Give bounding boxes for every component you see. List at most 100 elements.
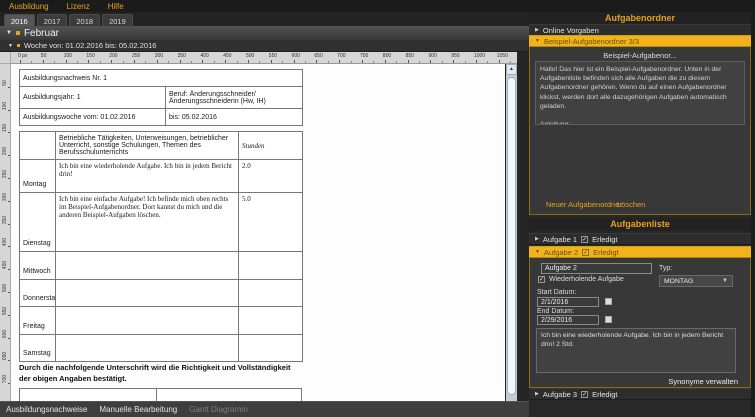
task-description-textarea[interactable]: Ich bin eine wiederholende Aufgabe. Ich … [536, 328, 736, 373]
task-row-aufgabe-3[interactable]: ▶ Aufgabe 3 ✓ Erledigt [529, 388, 751, 400]
done-label: Erledigt [593, 248, 618, 257]
ruler-label: 1000 [474, 53, 485, 59]
ruler-label: 100 [64, 53, 72, 59]
typ-dropdown[interactable]: MONTAG ▼ [659, 275, 733, 287]
collapse-arrow-icon: ▼ [6, 30, 12, 36]
horizontal-ruler: 0 px501001502002503003504004505005506006… [11, 52, 517, 64]
right-panel: Aufgabenordner ▶ Online Vorgaben ▼ Beisp… [529, 12, 755, 417]
task-text-cell: Ich bin eine wiederholende Aufgabe. Ich … [56, 160, 239, 193]
tab-2017[interactable]: 2017 [37, 14, 68, 26]
document-editor: 0 px 501001502002503003504004505005506006… [0, 52, 529, 401]
report-info-table: Ausbildungsnachweis Nr. 1 Ausbildungsjah… [19, 69, 303, 126]
ruler-label: 350 [178, 53, 186, 59]
activities-header-cell: Betriebliche Tätigkeiten, Unterweisungen… [56, 132, 239, 160]
hours-header-cell: Stunden [239, 132, 303, 160]
typ-label: Typ: [659, 265, 672, 272]
ruler-corner [0, 52, 11, 64]
ruler-label: 300 [155, 53, 163, 59]
new-folder-button[interactable]: Neuer Aufgabenordner [546, 200, 622, 209]
delete-folder-button[interactable]: Löschen [617, 200, 645, 209]
ruler-label: 800 [383, 53, 391, 59]
typ-value: MONTAG [664, 278, 693, 285]
task-text-cell: Ich bin eine einfache Aufgabe! Ich befin… [56, 193, 239, 252]
bullet-icon [16, 31, 20, 35]
task-text-cell [56, 280, 239, 307]
ruler-label: 900 [428, 53, 436, 59]
ruler-label: 1050 [497, 53, 508, 59]
tab-2018[interactable]: 2018 [69, 14, 100, 26]
confirmation-note: Durch die nachfolgende Unterschrift wird… [19, 363, 303, 385]
day-cell: Dienstag [20, 193, 56, 252]
ruler-label: 750 [360, 53, 368, 59]
training-year-cell: Ausbildungsjahr: 1 [20, 87, 166, 109]
end-date-input[interactable]: 2/29/2016 [537, 315, 599, 325]
expand-arrow-icon: ▶ [535, 391, 539, 397]
month-label: Februar [24, 28, 59, 39]
folder-row-beispiel-selected[interactable]: ▼ Beispiel-Aufgabenordner 3/3 [529, 35, 751, 47]
ruler-label: 550 [269, 53, 277, 59]
view-gantt-diagramm[interactable]: Gantt Diagramm [189, 405, 248, 414]
task-label: Aufgabe 3 [543, 390, 577, 399]
month-section-header[interactable]: ▼ Februar [0, 26, 529, 40]
week-from-cell: Ausbildungswoche vom: 01.02.2016 [20, 109, 166, 126]
hours-cell [239, 252, 303, 280]
menu-hilfe[interactable]: Hilfe [108, 2, 124, 11]
tab-2016[interactable]: 2016 [4, 14, 35, 26]
manage-synonyms-button[interactable]: Synonyme verwalten [668, 377, 738, 386]
menu-lizenz[interactable]: Lizenz [67, 2, 90, 11]
document-page[interactable]: Ausbildungsnachweis Nr. 1 Ausbildungsjah… [11, 64, 505, 401]
end-date-picker-button[interactable] [605, 316, 612, 323]
menu-ausbildung[interactable]: Ausbildung [9, 2, 49, 11]
ruler-label: 0 px [18, 53, 27, 59]
vertical-ruler: 5010015020025030035040045050055060065070… [0, 64, 11, 401]
done-label: Erledigt [592, 235, 617, 244]
task-row-aufgabe-2-selected[interactable]: ▼ Aufgabe 2 ✓ Erledigt [529, 246, 751, 258]
day-cell: Freitag [20, 307, 56, 335]
ruler-label: 950 [451, 53, 459, 59]
folder-details-panel: Beispiel-Aufgabenor... Hallo! Das hier i… [529, 47, 751, 215]
task-name-input[interactable]: Aufgabe 2 [541, 263, 652, 274]
view-manuelle-bearbeitung[interactable]: Manuelle Bearbeitung [99, 405, 177, 414]
scrollbar-thumb[interactable] [507, 77, 516, 395]
ruler-label: 200 [109, 53, 117, 59]
week-activities-table: Betriebliche Tätigkeiten, Unterweisungen… [19, 131, 303, 362]
check-icon[interactable]: ✓ [582, 249, 589, 256]
folder-label: Beispiel-Aufgabenordner 3/3 [544, 37, 639, 46]
week-section-header[interactable]: ▼ Woche von: 01.02.2016 bis: 05.02.2016 [0, 40, 529, 52]
task-row-aufgabe-1[interactable]: ▶ Aufgabe 1 ✓ Erledigt [529, 233, 751, 245]
folder-name-label: Beispiel-Aufgabenor... [530, 51, 750, 60]
hours-cell: 5.0 [239, 193, 303, 252]
start-date-label: Start Datum: [537, 289, 576, 296]
empty-header-cell [20, 132, 56, 160]
ruler-label: 600 [292, 53, 300, 59]
recurring-label: Wiederholende Aufgabe [549, 276, 624, 283]
folder-description-box[interactable]: Hallo! Das hier ist ein Beispiel-Aufgabe… [535, 61, 745, 125]
ruler-label: 250 [132, 53, 140, 59]
recurring-checkbox-row[interactable]: ✓ Wiederholende Aufgabe [538, 276, 624, 283]
check-icon[interactable]: ✓ [581, 236, 588, 243]
tasks-panel-title: Aufgabenliste [529, 218, 751, 231]
folder-label: Online Vorgaben [543, 26, 599, 35]
scroll-up-icon[interactable]: ▲ [506, 64, 517, 75]
ruler-label: 700 [337, 53, 345, 59]
checkbox-checked-icon[interactable]: ✓ [538, 276, 545, 283]
check-icon[interactable]: ✓ [581, 391, 588, 398]
start-date-picker-button[interactable] [605, 298, 612, 305]
tab-2019[interactable]: 2019 [102, 14, 133, 26]
year-tab-bar: 2016 2017 2018 2019 [0, 12, 529, 26]
start-date-input[interactable]: 2/1/2016 [537, 297, 599, 307]
signature-table [19, 388, 302, 401]
end-date-label: End Datum: [537, 308, 574, 315]
task-text-cell [56, 307, 239, 335]
ruler-label: 500 [246, 53, 254, 59]
hours-cell [239, 335, 303, 362]
ruler-label: 150 [86, 53, 94, 59]
collapse-arrow-icon: ▼ [535, 249, 540, 255]
menu-bar: Ausbildung Lizenz Hilfe [0, 0, 755, 12]
task-text-cell [56, 335, 239, 362]
status-bar: Ausbildungsnachweise Manuelle Bearbeitun… [0, 401, 529, 417]
view-ausbildungsnachweise[interactable]: Ausbildungsnachweise [6, 405, 87, 414]
day-cell: Montag [20, 160, 56, 193]
ruler-label: 450 [223, 53, 231, 59]
task-text-cell [56, 252, 239, 280]
